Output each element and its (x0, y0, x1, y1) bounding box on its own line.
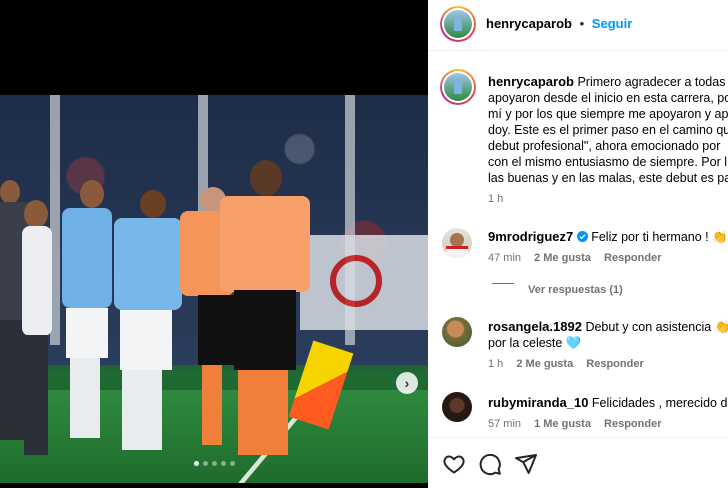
verified-badge-icon (576, 231, 588, 242)
comment-username[interactable]: rubymiranda_10 (488, 395, 588, 410)
caption-line: debut profesional", ahora emocionado por (488, 139, 721, 153)
caption-line: con el mismo entusiasmo de siempre. Por … (488, 155, 727, 169)
clap-emoji: 👏 (714, 320, 728, 334)
send-icon[interactable] (514, 452, 538, 476)
post-header: henrycaparob • Seguir (428, 0, 728, 51)
post-media: › (0, 0, 428, 488)
header-username[interactable]: henrycaparob (486, 16, 572, 31)
comment-likes[interactable]: 2 Me gusta (516, 358, 573, 370)
caption-line: Primero agradecer a todas l (577, 75, 728, 89)
comment-username[interactable]: 9mrodriguez7 (488, 229, 573, 244)
caption-username[interactable]: henrycaparob (488, 74, 574, 89)
blue-heart-emoji: 🩵 (565, 336, 582, 350)
comment-text: Felicidades , merecido deb (591, 396, 728, 410)
follow-button[interactable]: Seguir (592, 16, 632, 31)
comment-likes[interactable]: 1 Me gusta (534, 418, 591, 430)
comment-text: por la celeste (488, 336, 566, 350)
comment-username[interactable]: rosangela.1892 (488, 319, 582, 334)
separator-dot: • (579, 16, 585, 31)
comment-meta: 47 min 2 Me gusta Responder (488, 252, 671, 264)
carousel-dot (220, 461, 226, 466)
clap-emoji: 👏 (712, 230, 728, 244)
post-photo[interactable]: › (0, 95, 428, 483)
caption-line: las buenas y en las malas, este debut es… (488, 171, 728, 185)
caption-line: mí y por los que siempre me apoyaron y a… (488, 107, 728, 121)
avatar[interactable] (442, 392, 472, 422)
carousel-dot (193, 461, 199, 466)
avatar[interactable] (440, 6, 476, 42)
post-action-bar (428, 437, 728, 488)
comment-meta: 57 min 1 Me gusta Responder (488, 418, 671, 430)
carousel-dot (229, 461, 235, 466)
view-replies-button[interactable]: Ver respuestas (1) (528, 284, 623, 296)
avatar[interactable] (442, 317, 472, 347)
comment-text: Debut y con asistencia (585, 320, 715, 334)
comment-time: 47 min (488, 252, 522, 264)
reply-button[interactable]: Responder (586, 358, 643, 370)
replies-divider (492, 283, 514, 284)
stadium-banner (300, 235, 428, 330)
comment-body: rubymiranda_10 Felicidades , merecido de… (488, 395, 728, 411)
comment-body: 9mrodriguez7 Feliz por ti hermano ! 👏 (488, 229, 728, 245)
heart-icon[interactable] (442, 452, 466, 476)
carousel-dot (211, 461, 217, 466)
comment-body: rosangela.1892 Debut y con asistencia 👏 … (488, 319, 728, 351)
post-side-panel: henrycaparob • Seguir henrycaparob Prime… (428, 0, 728, 488)
reply-button[interactable]: Responder (604, 252, 661, 264)
caption-line: doy. Este es el primer paso en el camino… (488, 123, 728, 137)
comment-icon[interactable] (478, 452, 502, 476)
comment-time: 57 min (488, 418, 522, 430)
chevron-right-icon[interactable]: › (396, 372, 418, 394)
carousel-indicator (0, 461, 428, 466)
caption-text: henrycaparob Primero agradecer a todas l… (488, 74, 728, 186)
caption-time: 1 h (488, 193, 504, 205)
comment-time: 1 h (488, 358, 504, 370)
reply-button[interactable]: Responder (604, 418, 661, 430)
comment-meta: 1 h 2 Me gusta Responder (488, 358, 654, 370)
carousel-dot (202, 461, 208, 466)
comment-likes[interactable]: 2 Me gusta (534, 252, 591, 264)
comment-text: Feliz por ti hermano ! (591, 230, 713, 244)
caption-line: apoyaron desde el inicio en esta carrera… (488, 91, 728, 105)
avatar[interactable] (442, 228, 472, 258)
avatar[interactable] (440, 69, 476, 105)
